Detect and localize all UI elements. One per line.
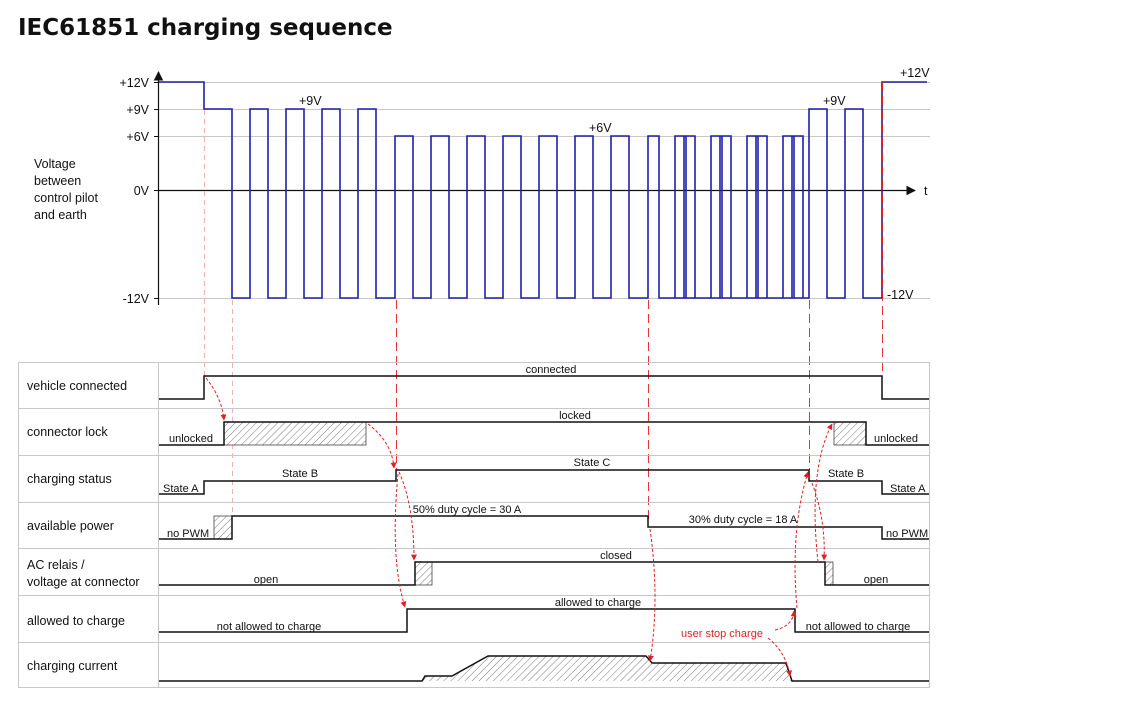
row-label-ac-relais: AC relais / — [27, 558, 85, 572]
state-text: not allowed to charge — [217, 621, 322, 633]
relais-close-hatch — [414, 561, 433, 586]
state-text: connected — [526, 364, 577, 376]
arrow-lock-to-stateb-c — [367, 423, 397, 469]
x-axis-label: t — [924, 184, 928, 198]
state-text: State C — [574, 457, 611, 469]
level-label-plus6: +6V — [589, 121, 612, 135]
state-text: open — [254, 574, 278, 586]
state-text: State B — [828, 468, 864, 480]
y-axis-ticks — [154, 82, 158, 299]
timing-table: vehicle connected connector lock chargin… — [18, 362, 930, 688]
state-text: no PWM — [886, 528, 928, 540]
row-label-charging-status: charging status — [27, 472, 112, 486]
level-annotations: +9V +6V +9V +12V -12V — [299, 66, 930, 302]
y-axis-title-line: between — [34, 174, 81, 188]
state-text: 30% duty cycle = 18 A — [689, 514, 798, 526]
vehicle-connected-signal — [159, 375, 929, 400]
state-text: State A — [890, 483, 926, 495]
level-label-plus9: +9V — [299, 94, 322, 108]
y-tick-label: +9V — [126, 103, 149, 117]
row-label-available-power: available power — [27, 519, 114, 533]
arrow-connected-to-lock — [205, 377, 227, 421]
y-tick-label: 0V — [134, 184, 150, 198]
row-label-vehicle-connected: vehicle connected — [27, 379, 127, 393]
unlock-transition-hatch — [833, 421, 867, 446]
pwm-start-hatch — [213, 515, 233, 540]
control-pilot-voltage-chart: +12V +9V +6V 0V -12V t Voltage between c… — [34, 66, 930, 306]
state-text: closed — [600, 550, 632, 562]
arrow-relais-to-unlock — [814, 423, 833, 563]
state-text: no PWM — [167, 528, 209, 540]
signal-lines — [159, 375, 929, 682]
y-axis-title: Voltage between control pilot and earth — [34, 157, 98, 222]
state-text: allowed to charge — [555, 597, 641, 609]
diagram-title: IEC61851 charging sequence — [18, 15, 393, 41]
state-text: unlocked — [874, 433, 918, 445]
level-label-plus12: +12V — [900, 66, 930, 80]
row-label-allowed-to-charge: allowed to charge — [27, 614, 125, 628]
level-label-minus12: -12V — [887, 288, 914, 302]
state-text: locked — [559, 410, 591, 422]
state-text: State B — [282, 468, 318, 480]
state-text: unlocked — [169, 433, 213, 445]
row-label-connector-lock: connector lock — [27, 425, 108, 439]
state-text: open — [864, 574, 888, 586]
arrow-stop-to-allowed — [774, 610, 797, 631]
state-text: State A — [163, 483, 199, 495]
y-tick-label: +12V — [119, 76, 149, 90]
y-tick-label: +6V — [126, 130, 149, 144]
y-axis-title-line: control pilot — [34, 191, 98, 205]
relais-open-hatch — [824, 561, 834, 586]
y-tick-label: -12V — [123, 292, 150, 306]
charging-status-signal — [159, 469, 929, 495]
user-stop-charge-label: user stop charge — [681, 628, 763, 640]
state-text: 50% duty cycle = 30 A — [413, 504, 522, 516]
y-axis-title-line: and earth — [34, 208, 87, 222]
lock-transition-hatch — [223, 421, 367, 446]
charging-current-hatch — [422, 656, 792, 681]
arrow-allowed-to-stateb — [794, 471, 810, 609]
state-text: not allowed to charge — [806, 621, 911, 633]
level-label-plus9: +9V — [823, 94, 846, 108]
state-labels: connected unlocked locked unlocked State… — [163, 364, 928, 633]
charging-sequence-diagram: IEC61851 charging sequence +12V +9V +6V … — [18, 15, 930, 688]
y-axis-title-line: Voltage — [34, 157, 76, 171]
y-tick-labels: +12V +9V +6V 0V -12V — [119, 76, 149, 306]
arrow-statec-to-allowed — [394, 473, 407, 608]
available-power-signal — [159, 515, 929, 540]
row-label-ac-relais-line2: voltage at connector — [27, 575, 140, 589]
row-label-charging-current: charging current — [27, 659, 118, 673]
